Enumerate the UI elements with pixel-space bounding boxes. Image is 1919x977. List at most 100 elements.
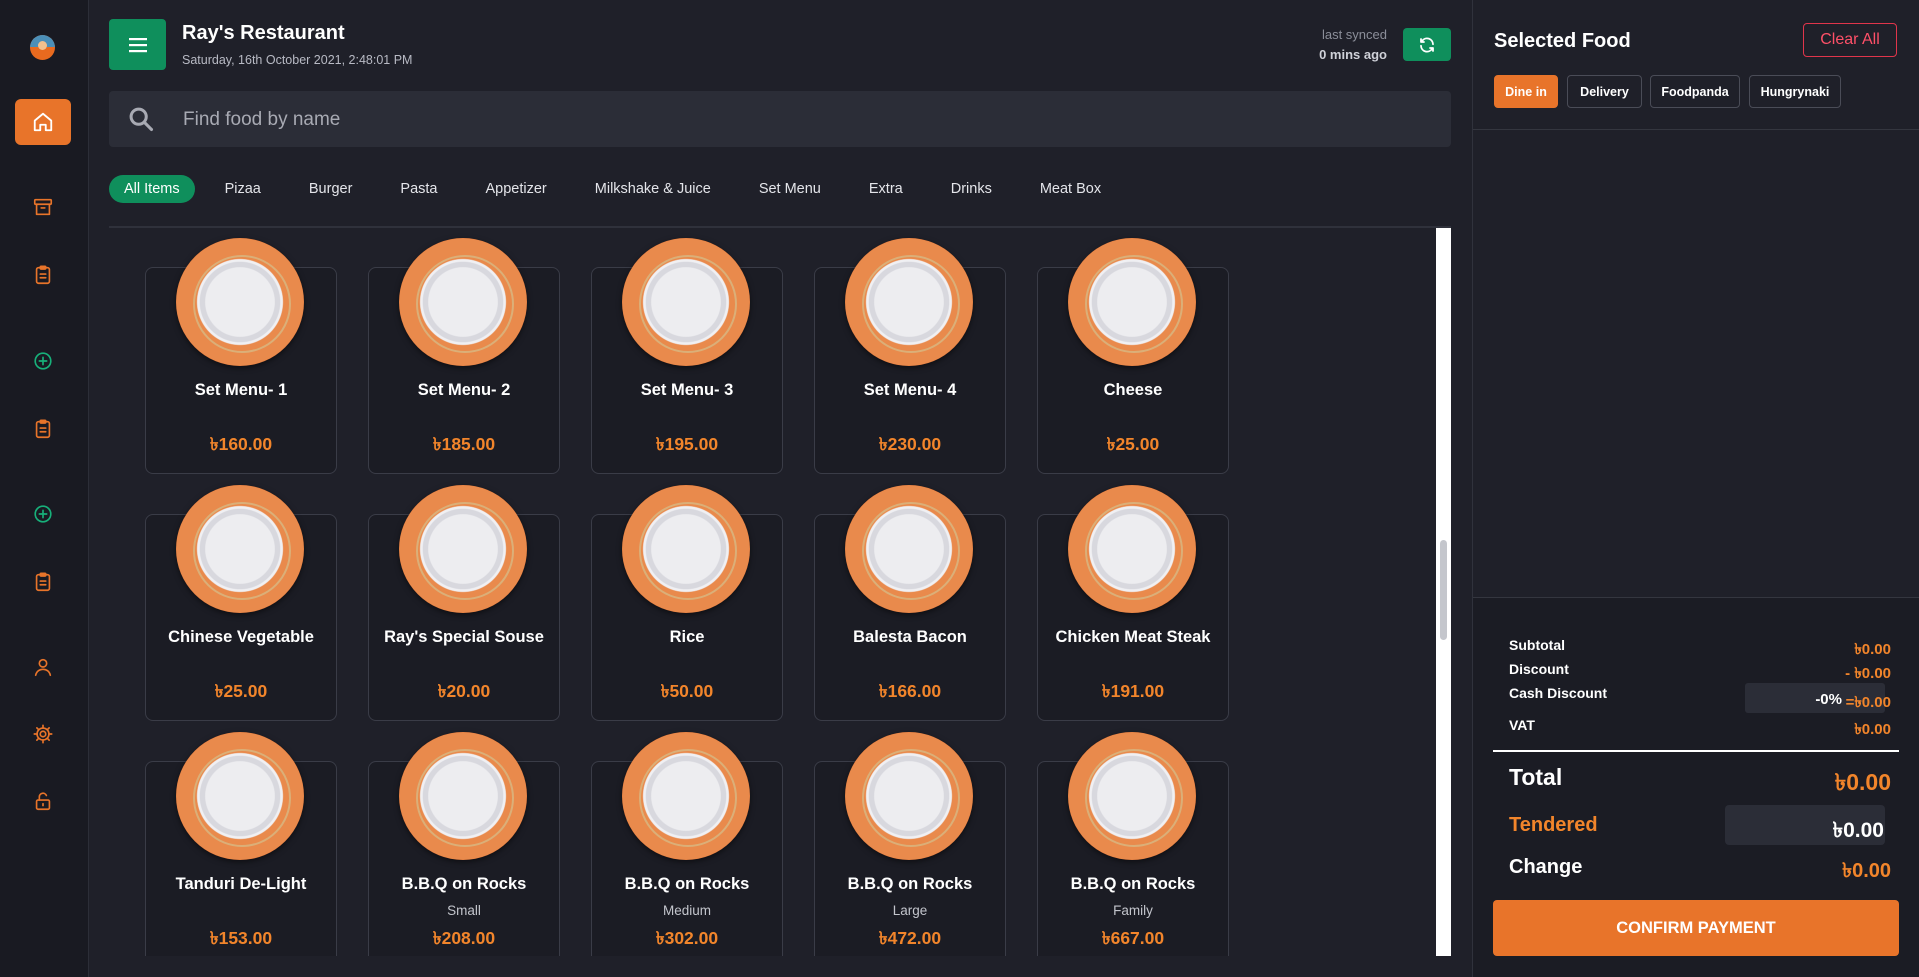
category-tab[interactable]: Set Menu xyxy=(744,175,836,203)
refresh-icon xyxy=(1420,36,1434,53)
clipboard-icon xyxy=(35,572,51,592)
plus-circle-icon xyxy=(34,505,52,523)
food-size: Small xyxy=(447,903,481,918)
food-name: Chicken Meat Steak xyxy=(1055,628,1211,646)
nav-home[interactable] xyxy=(15,99,71,145)
food-size: Large xyxy=(892,903,928,918)
food-grid: Set Menu- 1 ৳160.00 Set Menu- 2 ৳185.00 Set … xyxy=(109,228,1436,956)
category-tab[interactable]: Meat Box xyxy=(1025,175,1116,203)
total-value: ৳0.00 xyxy=(1834,769,1891,795)
avatar[interactable] xyxy=(30,35,55,60)
nav-logout[interactable] xyxy=(15,778,71,824)
tendered-value: ৳0.00 xyxy=(1832,819,1884,842)
food-size: Medium xyxy=(662,903,711,918)
food-price: ৳208.00 xyxy=(432,928,496,948)
restaurant-title: Ray's Restaurant xyxy=(182,22,345,44)
food-price: ৳50.00 xyxy=(660,681,714,701)
category-tab[interactable]: Drinks xyxy=(936,175,1007,203)
search-input[interactable] xyxy=(181,91,1425,149)
hamburger-icon xyxy=(128,37,147,52)
category-tabs: All Items Pizaa Burger Pasta Appetizer Milksh… xyxy=(109,174,1134,204)
cash-discount-value: =৳0.00 xyxy=(1845,694,1891,711)
panel-title: Selected Food xyxy=(1494,30,1631,52)
nav-orders[interactable] xyxy=(15,252,71,298)
food-name: Tanduri De-Light xyxy=(175,875,307,893)
search-bar xyxy=(109,91,1451,149)
food-image xyxy=(1068,238,1196,366)
food-image xyxy=(845,732,973,860)
category-tab[interactable]: Extra xyxy=(854,175,918,203)
food-name: Cheese xyxy=(1103,381,1163,399)
food-image xyxy=(845,485,973,613)
food-price: ৳25.00 xyxy=(214,681,268,701)
food-price: ৳472.00 xyxy=(878,928,942,948)
food-price: ৳230.00 xyxy=(878,434,942,454)
subtotal-value: ৳0.00 xyxy=(1854,641,1891,658)
category-tab[interactable]: All Items xyxy=(109,175,195,203)
divider xyxy=(1473,129,1919,130)
food-image xyxy=(399,732,527,860)
food-name: B.B.Q on Rocks xyxy=(624,875,750,893)
home-icon xyxy=(33,112,53,132)
cash-discount-percent: -0% xyxy=(1815,691,1842,708)
nav-settings[interactable] xyxy=(15,711,71,757)
nav-add-1[interactable] xyxy=(15,338,71,384)
change-value: ৳0.00 xyxy=(1842,860,1891,882)
food-image xyxy=(622,732,750,860)
sync-button[interactable] xyxy=(1403,28,1451,61)
current-datetime: Saturday, 16th October 2021, 2:48:01 PM xyxy=(182,53,413,67)
food-name: Rice xyxy=(669,628,705,646)
clear-all-button[interactable]: Clear All xyxy=(1803,23,1897,57)
tendered-label: Tendered xyxy=(1509,814,1598,836)
food-name: Chinese Vegetable xyxy=(168,628,314,646)
food-price: ৳153.00 xyxy=(209,928,273,948)
vat-value: ৳0.00 xyxy=(1854,721,1891,738)
category-tab[interactable]: Burger xyxy=(294,175,368,203)
scrollbar-thumb[interactable] xyxy=(1440,540,1447,640)
food-price: ৳185.00 xyxy=(432,434,496,454)
food-name: B.B.Q on Rocks xyxy=(847,875,973,893)
food-image xyxy=(1068,732,1196,860)
food-name: Set Menu- 3 xyxy=(640,381,734,399)
order-panel: Selected Food Clear All Dine in Delivery… xyxy=(1472,0,1919,977)
order-type-delivery[interactable]: Delivery xyxy=(1567,75,1642,108)
confirm-payment-button[interactable]: CONFIRM PAYMENT xyxy=(1493,900,1899,956)
food-image xyxy=(176,485,304,613)
food-price: ৳20.00 xyxy=(437,681,491,701)
menu-button[interactable] xyxy=(109,19,166,70)
category-tab[interactable]: Milkshake & Juice xyxy=(580,175,726,203)
food-name: Set Menu- 2 xyxy=(417,381,511,399)
food-image xyxy=(1068,485,1196,613)
subtotal-label: Subtotal xyxy=(1509,637,1565,653)
food-image xyxy=(176,732,304,860)
food-size: Family xyxy=(1113,903,1153,918)
category-tab[interactable]: Appetizer xyxy=(471,175,562,203)
food-name: B.B.Q on Rocks xyxy=(401,875,527,893)
category-tab[interactable]: Pasta xyxy=(385,175,452,203)
order-type-foodpanda[interactable]: Foodpanda xyxy=(1650,75,1740,108)
food-price: ৳302.00 xyxy=(655,928,719,948)
food-image xyxy=(622,485,750,613)
sync-status: 0 mins ago xyxy=(1319,47,1387,62)
total-divider xyxy=(1493,750,1899,752)
discount-label: Discount xyxy=(1509,661,1569,677)
nav-list-1[interactable] xyxy=(15,406,71,452)
archive-icon xyxy=(33,198,53,216)
food-image xyxy=(622,238,750,366)
unlock-icon xyxy=(35,792,51,811)
nav-user[interactable] xyxy=(15,644,71,690)
food-name: Ray's Special Souse xyxy=(384,628,544,646)
order-type-dine-in[interactable]: Dine in xyxy=(1494,75,1558,108)
category-tab[interactable]: Pizaa xyxy=(210,175,276,203)
gear-icon xyxy=(33,724,53,744)
plus-circle-icon xyxy=(34,352,52,370)
order-type-hungrynaki[interactable]: Hungrynaki xyxy=(1749,75,1841,108)
food-price: ৳667.00 xyxy=(1101,928,1165,948)
food-image xyxy=(399,238,527,366)
food-name: B.B.Q on Rocks xyxy=(1070,875,1196,893)
nav-add-2[interactable] xyxy=(15,491,71,537)
nav-list-2[interactable] xyxy=(15,559,71,605)
nav-archive[interactable] xyxy=(15,184,71,230)
vat-label: VAT xyxy=(1509,717,1535,733)
user-icon xyxy=(34,658,52,677)
